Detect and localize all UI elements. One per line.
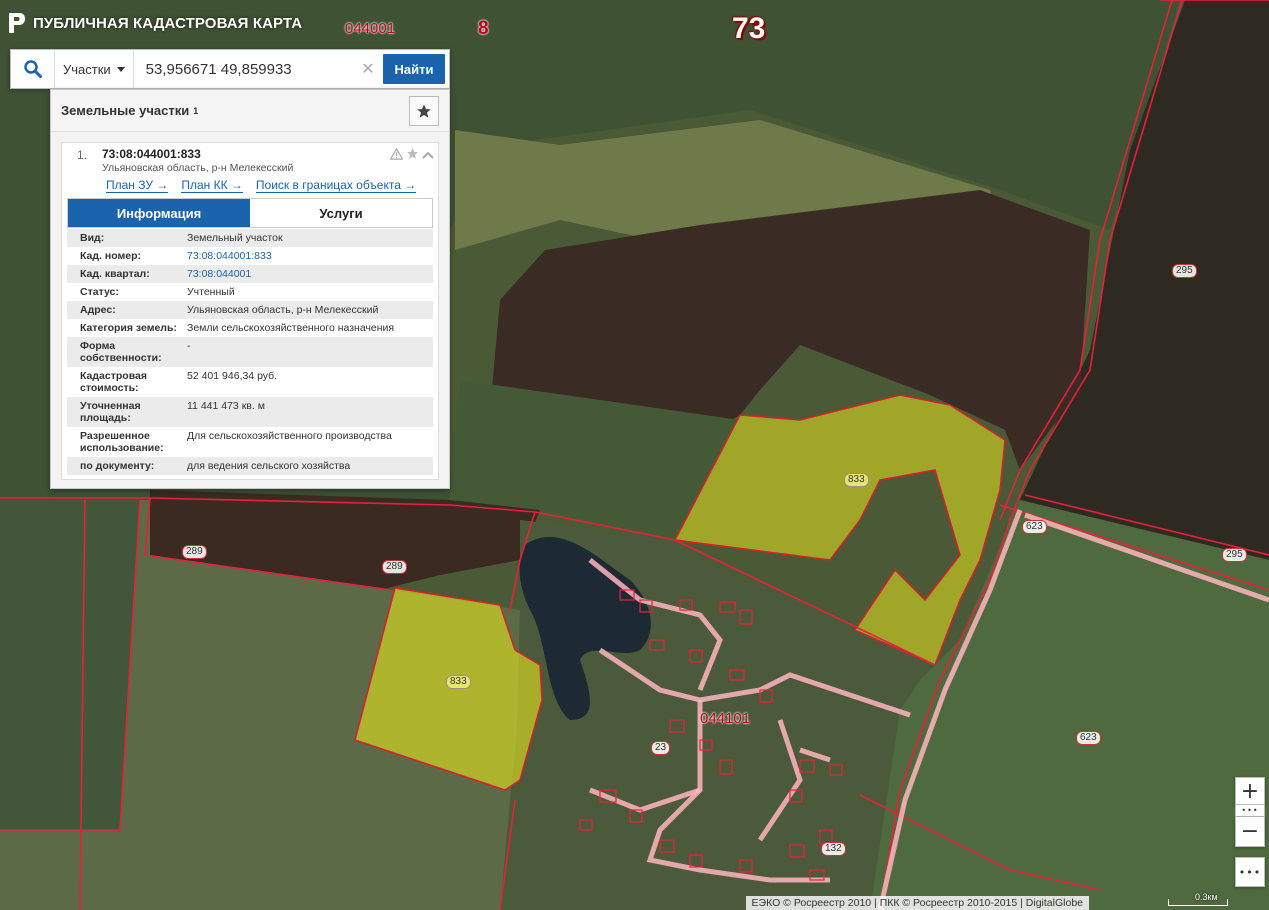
zoom-level-dots[interactable]: •••: [1235, 805, 1265, 817]
info-row: Статус: Учтенный: [67, 283, 433, 301]
info-key: Уточненная площадь:: [80, 400, 141, 424]
parcel-label-833-east[interactable]: 833: [844, 473, 869, 487]
warning-icon[interactable]: [389, 147, 404, 163]
info-key: Вид:: [80, 232, 105, 244]
more-options-button[interactable]: •••: [1235, 857, 1265, 887]
info-row: Кад. квартал: 73:08:044001: [67, 265, 433, 283]
info-key: по документу:: [80, 460, 155, 472]
info-key: Разрешенное использование:: [80, 430, 164, 454]
quarter-label-top: 044001: [345, 20, 396, 37]
plan-kk-link[interactable]: План КК →: [181, 179, 243, 193]
info-value: Земельный участок: [187, 232, 283, 244]
field-west-green: [0, 500, 140, 830]
results-count: 1: [193, 105, 199, 116]
info-row: Кад. номер: 73:08:044001:833: [67, 247, 433, 265]
info-table: Вид: Земельный участок Кад. номер: 73:08:0…: [67, 229, 433, 475]
info-key: Форма собственности:: [80, 340, 162, 364]
star-icon[interactable]: [406, 147, 419, 163]
quarter-label-village: 044101: [700, 710, 751, 727]
rosreestr-logo-icon: [9, 13, 25, 33]
panel-title: Земельные участки: [61, 103, 190, 118]
info-value: Ульяновская область, р-н Мелекесский: [187, 304, 379, 316]
result-address: Ульяновская область, р-н Мелекесский: [102, 162, 294, 174]
search-in-bounds-link[interactable]: Поиск в границах объекта →: [255, 179, 417, 193]
district-label: 8: [478, 18, 489, 39]
zoom-in-button[interactable]: +: [1235, 777, 1265, 805]
info-value: Для сельскохозяйственного производства: [187, 430, 392, 442]
info-value: 11 441 473 кв. м: [187, 400, 265, 412]
panel-header: Земельные участки 1: [51, 90, 449, 132]
result-card-head: 1. 73:08:044001:833 Ульяновская область,…: [62, 143, 438, 174]
search-type-dropdown[interactable]: Участки: [55, 50, 134, 88]
search-type-label: Участки: [63, 61, 111, 77]
info-value: для ведения сельского хозяйства: [187, 460, 351, 472]
result-tabs: Информация Услуги: [67, 198, 433, 228]
favorites-button[interactable]: [409, 96, 439, 126]
results-panel: Земельные участки 1 1. 73:08:044001:833 …: [50, 89, 450, 489]
info-key: Кад. номер:: [80, 250, 142, 262]
info-key: Кадастровая стоимость:: [80, 370, 147, 394]
info-value-link[interactable]: 73:08:044001: [187, 268, 433, 280]
parcel-label-289-east[interactable]: 289: [382, 560, 407, 574]
parcel-label-623-north[interactable]: 623: [1022, 520, 1047, 534]
chevron-down-icon: [116, 66, 125, 72]
region-label: 73: [732, 12, 766, 45]
info-value-link[interactable]: 73:08:044001:833: [187, 250, 433, 262]
scale-label: 0.3км: [1195, 892, 1218, 902]
app-title[interactable]: ПУБЛИЧНАЯ КАДАСТРОВАЯ КАРТА: [8, 12, 302, 34]
info-row: Адрес: Ульяновская область, р-н Мелекесск…: [67, 301, 433, 319]
tab-services[interactable]: Услуги: [250, 199, 432, 227]
chevron-up-icon[interactable]: [422, 148, 434, 163]
result-actions: [389, 147, 434, 163]
zoom-out-button[interactable]: −: [1235, 817, 1265, 847]
plan-zu-link[interactable]: План ЗУ →: [106, 179, 169, 193]
info-value: 52 401 946,34 руб.: [187, 370, 278, 382]
info-value: Земли сельскохозяйственного назначения: [187, 322, 395, 334]
find-button[interactable]: Найти: [383, 54, 445, 84]
info-row: Кадастровая стоимость: 52 401 946,34 руб.: [67, 367, 433, 397]
info-key: Адрес:: [80, 304, 116, 316]
tab-information[interactable]: Информация: [68, 199, 250, 227]
info-row: по документу: для ведения сельского хозяй…: [67, 457, 433, 475]
info-key: Статус:: [80, 286, 119, 298]
result-index: 1.: [77, 148, 88, 162]
result-card[interactable]: 1. 73:08:044001:833 Ульяновская область,…: [61, 142, 439, 480]
info-row: Уточненная площадь: 11 441 473 кв. м: [67, 397, 433, 427]
parcel-label-295-north[interactable]: 295: [1172, 264, 1197, 278]
parcel-label-623-south[interactable]: 623: [1076, 731, 1101, 745]
parcel-label-132[interactable]: 132: [821, 842, 846, 856]
info-value: -: [187, 340, 191, 352]
map-attribution: ЕЭКО © Росреестр 2010 | ПКК © Росреестр …: [745, 896, 1089, 910]
info-value: Учтенный: [187, 286, 235, 298]
star-icon: [417, 104, 431, 118]
parcel-label-833-west[interactable]: 833: [446, 675, 471, 689]
info-key: Категория земель:: [80, 322, 177, 334]
search-bar: Участки ✕ Найти: [10, 49, 450, 89]
app-title-text: ПУБЛИЧНАЯ КАДАСТРОВАЯ КАРТА: [33, 14, 303, 32]
clear-icon[interactable]: ✕: [357, 59, 379, 79]
result-cadastral-number[interactable]: 73:08:044001:833: [102, 147, 201, 161]
info-row: Вид: Земельный участок: [67, 229, 433, 247]
parcel-label-289-west[interactable]: 289: [182, 545, 207, 559]
search-icon[interactable]: [11, 50, 55, 88]
info-key: Кад. квартал:: [80, 268, 150, 280]
search-input[interactable]: [133, 50, 357, 88]
info-row: Категория земель: Земли сельскохозяйствен…: [67, 319, 433, 337]
result-links: План ЗУ → План КК → Поиск в границах объ…: [106, 179, 417, 193]
info-row: Разрешенное использование: Для сельскохоз…: [67, 427, 433, 457]
info-row: Форма собственности: -: [67, 337, 433, 367]
parcel-label-295-east[interactable]: 295: [1222, 548, 1247, 562]
parcel-label-23[interactable]: 23: [651, 741, 671, 755]
